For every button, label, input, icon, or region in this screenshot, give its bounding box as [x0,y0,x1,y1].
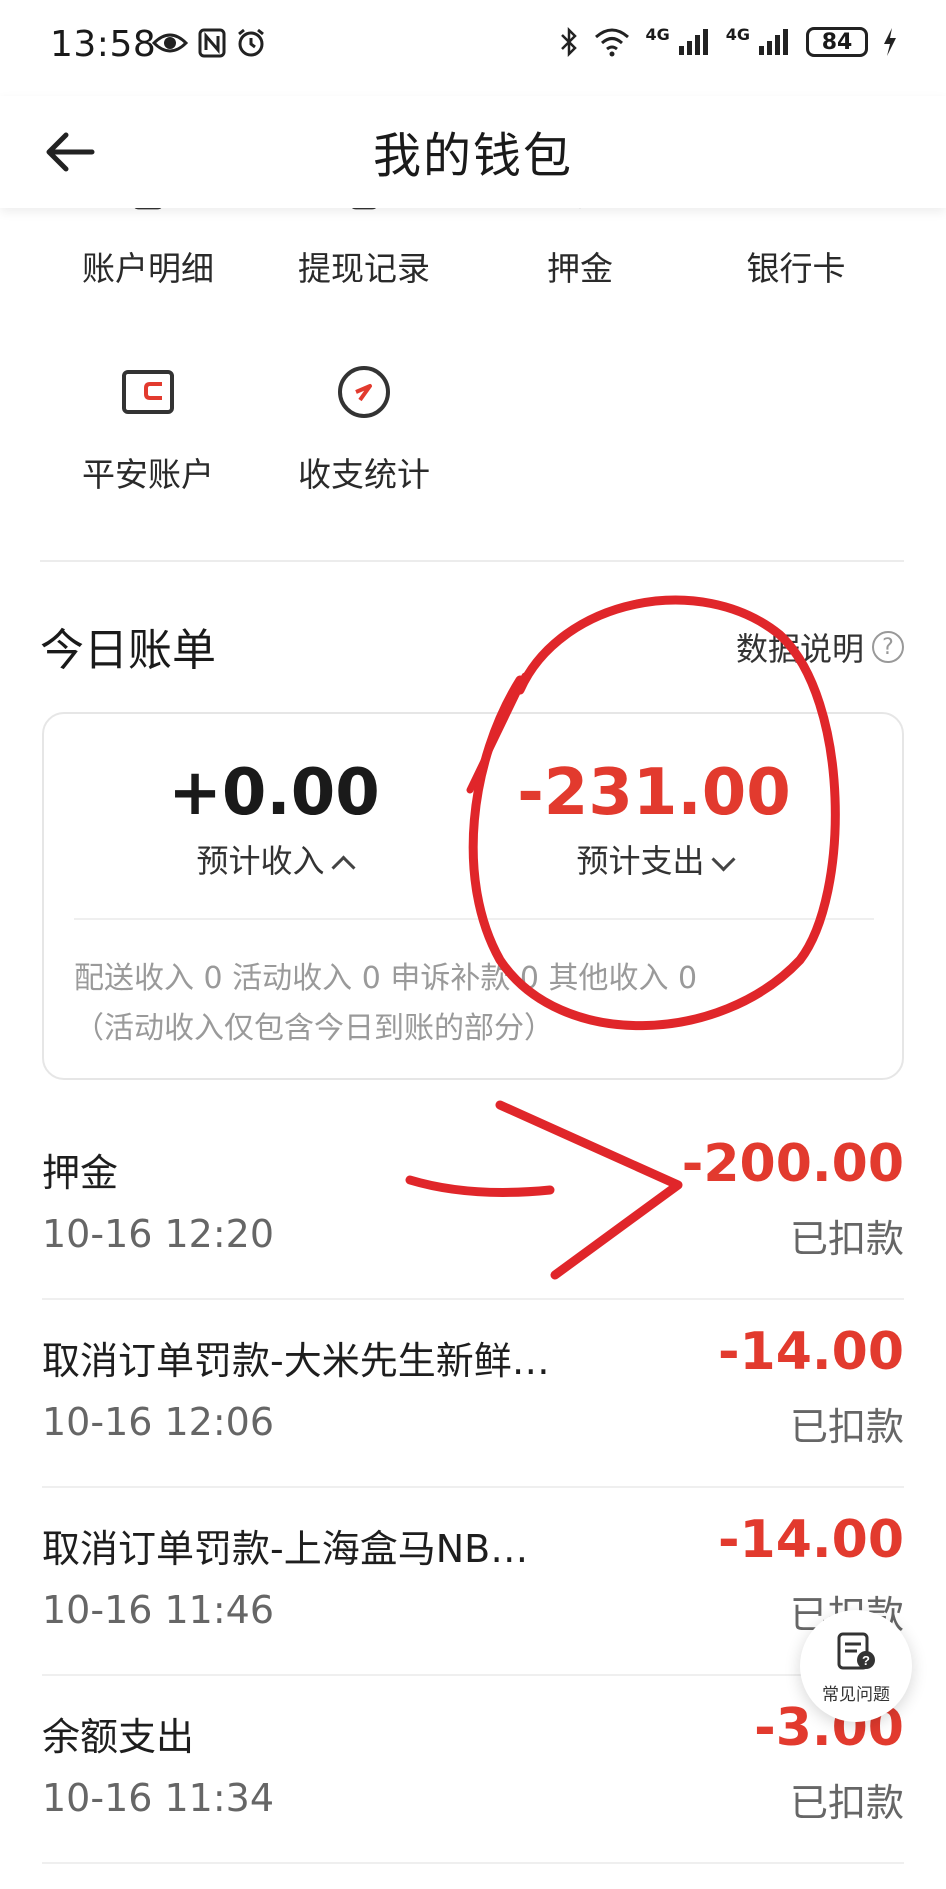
transaction-status: 已扣款 [789,1405,904,1449]
status-left-icons [152,28,266,58]
transaction-time: 10-16 12:20 [42,1212,275,1256]
income-breakdown-line: 配送收入 0 活动收入 0 申诉补款 0 其他收入 0 [74,961,698,996]
income-breakdown-note: （活动收入仅包含今日到账的部分） [74,1011,554,1046]
signal-icon-2 [759,29,788,55]
expected-expense-amount: -231.00 [517,756,791,830]
transaction-amount: -200.00 [681,1134,904,1194]
status-time: 13:58 [50,24,157,65]
wallet-icon [122,370,174,414]
shortcut-pingan-account[interactable]: 平安账户 [48,362,248,496]
signal-icon [678,29,708,55]
expected-income-label: 预计收入 [196,842,325,880]
transaction-time: 10-16 11:34 [42,1776,275,1820]
battery-indicator: 84 [806,27,868,57]
income-breakdown: 配送收入 0 活动收入 0 申诉补款 0 其他收入 0 （活动收入仅包含今日到账… [74,954,697,1054]
shortcut-label: 提现记录 [298,249,430,288]
today-bill-title: 今日账单 [40,625,216,676]
nfc-icon [198,28,226,58]
shortcut-label: 押金 [547,249,613,288]
data-explanation-link[interactable]: 数据说明 ? [736,624,904,670]
expected-expense-label: 预计支出 [576,842,705,880]
svg-text:?: ? [862,1653,870,1668]
faq-label: 常见问题 [822,1685,890,1705]
data-explanation-label: 数据说明 [735,630,864,668]
eye-icon [152,33,188,53]
transaction-title: 取消订单罚款-大米先生新鲜… [42,1339,550,1383]
expected-expense-toggle[interactable]: 预计支出 [474,836,834,882]
transaction-row[interactable]: 押金 10-16 12:20 -200.00 已扣款 [0,1112,946,1300]
shortcut-label: 收支统计 [298,455,430,494]
wifi-icon [595,28,630,57]
faq-floating-button[interactable]: ? 常见问题 [800,1610,912,1722]
transaction-status: 已扣款 [789,1781,904,1825]
transaction-time: 10-16 11:46 [42,1588,275,1632]
network-type-label-2: 4G [725,24,750,44]
shortcut-income-expense-stats[interactable]: 收支统计 [264,362,464,496]
status-right-icons: 4G 4G 84 [559,24,898,58]
transaction-row[interactable]: 取消订单罚款-大米先生新鲜… 10-16 12:06 -14.00 已扣款 [0,1300,946,1488]
transaction-amount: -14.00 [717,1322,904,1382]
section-divider [40,560,904,562]
alarm-icon [238,28,264,57]
stats-chart-icon [338,366,390,418]
today-bill-card: +0.00 -231.00 预计收入 预计支出 配送收入 0 活动收入 0 申诉… [42,712,904,1080]
chevron-down-icon [710,847,736,872]
expected-income-amount: +0.00 [168,756,380,830]
chevron-up-icon [330,855,356,880]
faq-icon: ? [837,1632,875,1670]
shortcut-label: 账户明细 [82,249,214,288]
shortcut-label: 平安账户 [82,455,214,494]
shortcut-label: 银行卡 [746,249,846,288]
status-bar: 13:58 4G 4G 84 [0,0,946,96]
card-divider [74,918,874,920]
transaction-title: 余额支出 [42,1715,195,1759]
network-type-label: 4G [645,24,670,44]
row-divider [42,1862,904,1864]
charging-icon [884,28,896,56]
transaction-status: 已扣款 [789,1217,904,1261]
page-title: 我的钱包 [372,128,573,184]
bluetooth-icon [561,26,578,58]
app-header: 我的钱包 [0,96,946,208]
transaction-time: 10-16 12:06 [42,1400,275,1444]
transaction-title: 取消订单罚款-上海盒马NB… [42,1527,529,1571]
help-icon: ? [872,631,904,663]
expected-income-toggle[interactable]: 预计收入 [94,836,454,882]
transaction-title: 押金 [42,1151,119,1195]
transaction-amount: -14.00 [717,1510,904,1570]
